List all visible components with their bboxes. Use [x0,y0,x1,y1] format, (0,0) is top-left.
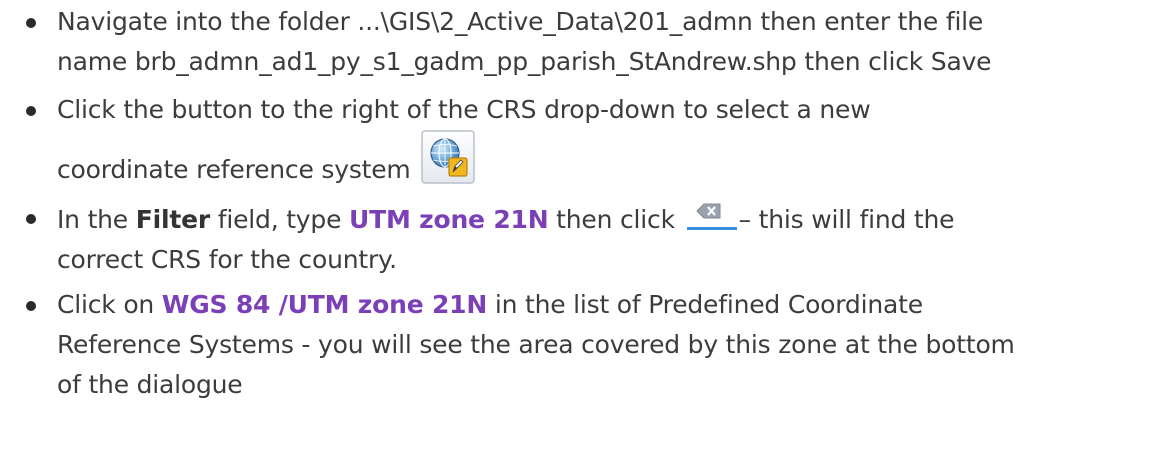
bullet-icon [26,214,36,224]
step-2-line-1: Click the button to the right of the CRS… [57,95,871,124]
list-item: Click on WGS 84 /UTM zone 21N in the lis… [0,285,1168,405]
instruction-list: Navigate into the folder ...\GIS\2_Activ… [0,0,1168,405]
crs-name: WGS 84 /UTM zone 21N [161,290,488,319]
instruction-document: Navigate into the folder ...\GIS\2_Activ… [0,0,1168,461]
bullet-icon [26,106,36,116]
step-3-post: – this will find the [738,205,955,234]
step-4-post: in the list of Predefined Coordinate [487,290,923,319]
list-item: Navigate into the folder ...\GIS\2_Activ… [0,2,1168,82]
step-3-after-term: then click [548,205,683,234]
bullet-icon [26,18,36,28]
step-3-line-2: correct CRS for the country. [57,245,397,274]
step-2-line-2: coordinate reference system [57,155,411,184]
select-crs-globe-icon [420,130,475,184]
step-4-line-2: Reference Systems - you will see the are… [57,330,1015,359]
list-item: Click the button to the right of the CRS… [0,90,1168,190]
step-3-pre: In the [57,205,136,234]
filter-field-label: Filter [135,205,211,234]
step-4-pre: Click on [57,290,162,319]
bullet-icon [26,301,36,311]
clear-filter-icon [686,198,737,232]
step-1-line-1: Navigate into the folder ...\GIS\2_Activ… [57,7,984,36]
search-term: UTM zone 21N [349,205,549,234]
step-1-line-2: name brb_admn_ad1_py_s1_gadm_pp_parish_S… [57,47,992,76]
list-item: In the Filter field, type UTM zone 21N t… [0,198,1168,280]
step-4-line-3: of the dialogue [57,370,243,399]
step-3-mid: field, type [210,205,349,234]
